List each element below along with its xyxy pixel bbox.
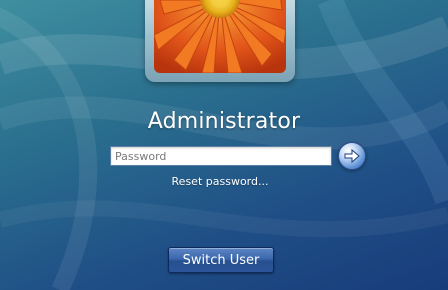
switch-user-button[interactable]: Switch User xyxy=(168,247,274,273)
submit-button[interactable] xyxy=(338,142,366,170)
flower-image xyxy=(154,0,286,73)
user-picture xyxy=(154,0,286,73)
arrow-right-icon xyxy=(344,148,360,164)
logon-screen: Administrator Reset password... Switch U… xyxy=(0,0,448,290)
user-tile[interactable] xyxy=(145,0,295,82)
reset-password-link[interactable]: Reset password... xyxy=(0,175,440,188)
password-field[interactable] xyxy=(110,146,332,166)
username-label: Administrator xyxy=(147,109,301,134)
